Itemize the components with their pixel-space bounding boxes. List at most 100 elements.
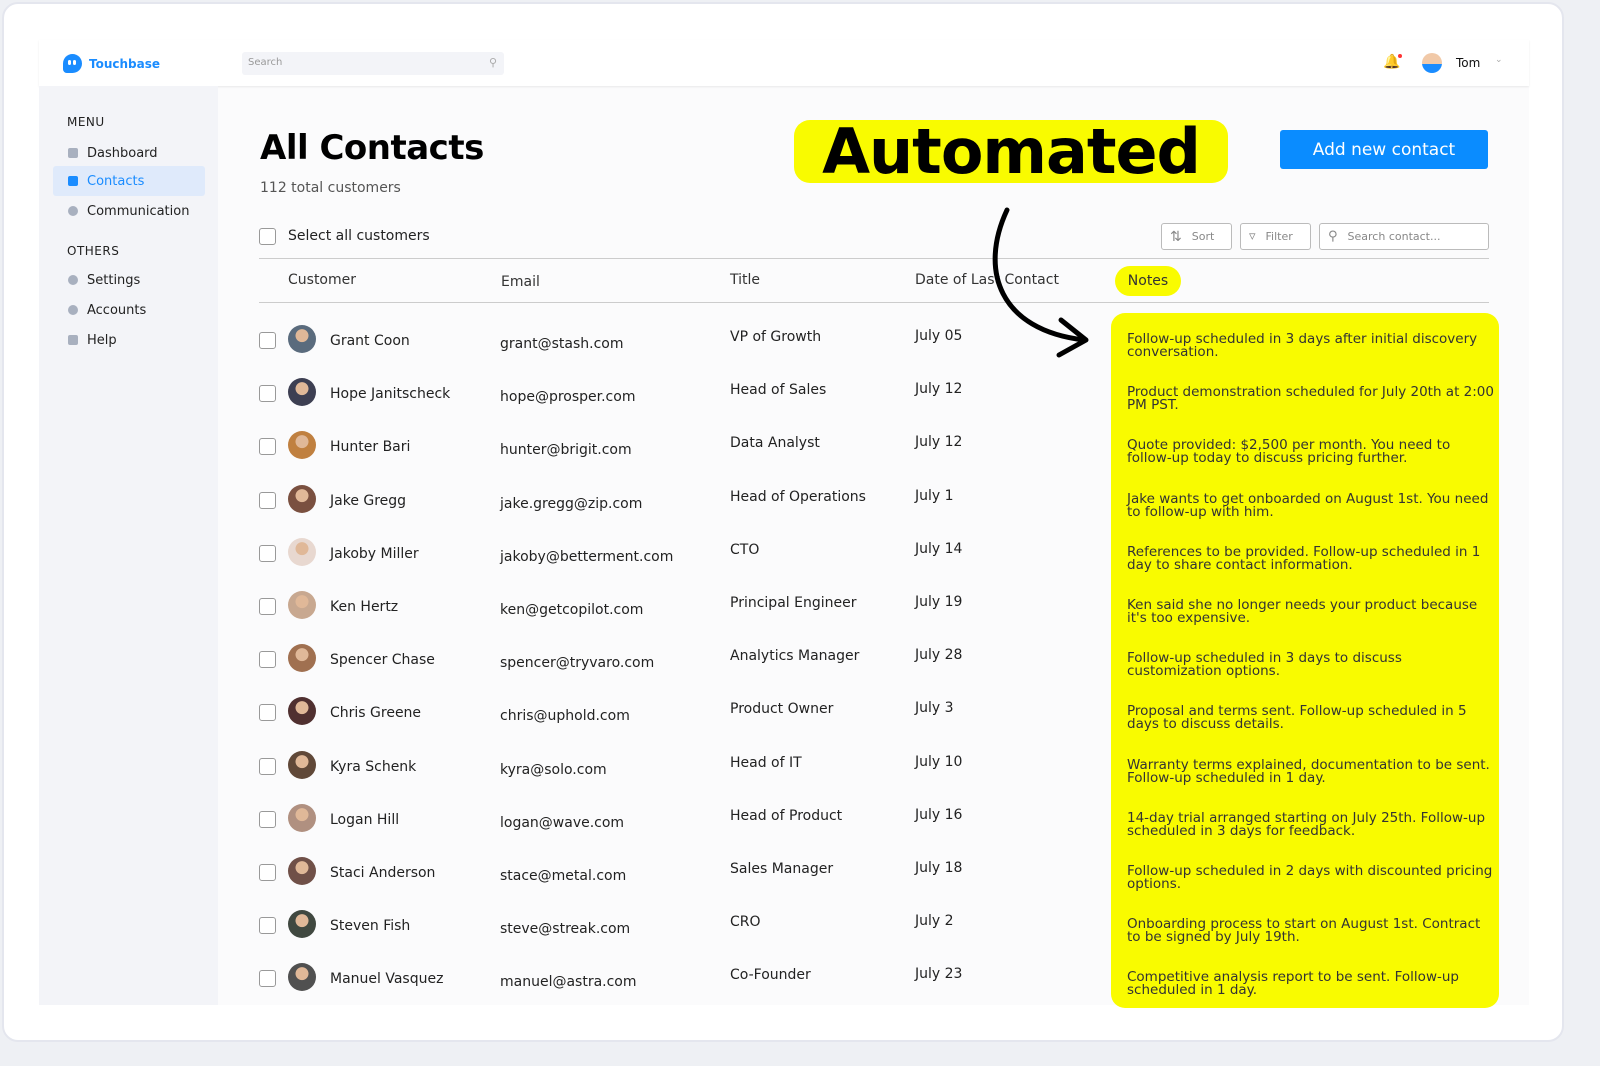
- customer-name[interactable]: Kyra Schenk: [330, 759, 416, 775]
- customer-email[interactable]: hunter@brigit.com: [500, 442, 632, 458]
- customer-email[interactable]: steve@streak.com: [500, 921, 630, 937]
- add-new-contact-button[interactable]: Add new contact: [1280, 130, 1488, 169]
- table-row[interactable]: Jake Gregg jake.gregg@zip.com Head of Op…: [39, 480, 1529, 533]
- customer-note: Jake wants to get onboarded on August 1s…: [1127, 490, 1489, 520]
- customer-email[interactable]: stace@metal.com: [500, 868, 626, 884]
- app: Touchbase Search ⚲ 🔔 Tom ⌄ MENU Dashboard…: [39, 40, 1529, 1008]
- customer-note: Warranty terms explained, documentation …: [1127, 756, 1490, 786]
- last-contact-date: July 3: [915, 700, 954, 717]
- table-row[interactable]: Hope Janitscheck hope@prosper.com Head o…: [39, 373, 1529, 426]
- row-checkbox[interactable]: [259, 704, 276, 722]
- avatar: [288, 431, 316, 460]
- sort-icon: ⇅: [1170, 228, 1182, 245]
- customer-note: Product demonstration scheduled for July…: [1127, 384, 1494, 414]
- last-contact-date: July 23: [915, 966, 963, 983]
- row-checkbox[interactable]: [259, 757, 276, 775]
- customer-email[interactable]: logan@wave.com: [500, 815, 624, 831]
- customer-title: Product Owner: [730, 701, 834, 718]
- filter-button[interactable]: ▿ Filter: [1240, 223, 1311, 250]
- avatar: [288, 697, 316, 726]
- avatar: [288, 591, 316, 619]
- row-checkbox[interactable]: [259, 491, 276, 509]
- customer-email[interactable]: jakoby@betterment.com: [500, 549, 673, 565]
- notification-bell-icon[interactable]: 🔔: [1383, 54, 1403, 70]
- user-avatar[interactable]: [1422, 53, 1442, 73]
- customer-title: Co-Founder: [730, 967, 811, 984]
- last-contact-date: July 18: [915, 860, 963, 876]
- table-row[interactable]: Steven Fish steve@streak.com CRO July 2 …: [39, 905, 1529, 958]
- table-row[interactable]: Chris Greene chris@uphold.com Product Ow…: [39, 692, 1529, 745]
- customer-note: Quote provided: $2,500 per month. You ne…: [1127, 437, 1451, 467]
- row-checkbox[interactable]: [259, 970, 276, 988]
- customer-note: Follow-up scheduled in 2 days with disco…: [1127, 863, 1493, 892]
- table-row[interactable]: Jakoby Miller jakoby@betterment.com CTO …: [39, 533, 1529, 586]
- row-checkbox[interactable]: [259, 598, 276, 615]
- customer-title: Head of IT: [730, 754, 802, 771]
- arrow-annotation: [992, 207, 1089, 358]
- customer-note: Ken said she no longer needs your produc…: [1127, 597, 1478, 626]
- sort-button[interactable]: ⇅ Sort: [1161, 223, 1232, 250]
- row-checkbox[interactable]: [259, 385, 276, 403]
- customer-name[interactable]: Logan Hill: [330, 812, 399, 828]
- row-checkbox[interactable]: [259, 544, 276, 562]
- last-contact-date: July 28: [915, 647, 963, 664]
- customer-name[interactable]: Ken Hertz: [330, 599, 398, 615]
- avatar: [288, 537, 316, 566]
- customer-title: Sales Manager: [730, 861, 834, 877]
- customer-email[interactable]: ken@getcopilot.com: [500, 602, 643, 618]
- customer-email[interactable]: kyra@solo.com: [500, 762, 607, 778]
- customer-note: Onboarding process to start on August 1s…: [1127, 916, 1481, 946]
- customer-name[interactable]: Hope Janitscheck: [330, 386, 450, 402]
- table-row[interactable]: Staci Anderson stace@metal.com Sales Man…: [39, 852, 1529, 905]
- table-row[interactable]: Spencer Chase spencer@tryvaro.com Analyt…: [39, 639, 1529, 692]
- customer-note: Competitive analysis report to be sent. …: [1127, 969, 1459, 999]
- customer-title: Principal Engineer: [730, 595, 857, 611]
- customer-name[interactable]: Manuel Vasquez: [330, 971, 443, 987]
- customer-title: CTO: [730, 541, 760, 558]
- customer-email[interactable]: hope@prosper.com: [500, 389, 635, 405]
- last-contact-date: July 10: [915, 753, 963, 770]
- customer-note: 14-day trial arranged starting on July 2…: [1127, 809, 1486, 839]
- customer-title: Head of Sales: [730, 382, 827, 399]
- last-contact-date: July 14: [915, 540, 963, 557]
- table-row[interactable]: Manuel Vasquez manuel@astra.com Co-Found…: [39, 958, 1529, 1011]
- customer-name[interactable]: Steven Fish: [330, 918, 410, 934]
- row-checkbox[interactable]: [259, 917, 276, 935]
- customer-email[interactable]: chris@uphold.com: [500, 708, 630, 724]
- customer-note: References to be provided. Follow-up sch…: [1127, 543, 1481, 573]
- last-contact-date: July 1: [915, 487, 954, 504]
- chevron-down-icon[interactable]: ⌄: [1495, 55, 1503, 65]
- last-contact-date: July 19: [915, 594, 963, 610]
- customer-email[interactable]: manuel@astra.com: [500, 974, 637, 990]
- row-checkbox[interactable]: [259, 438, 276, 456]
- table-row[interactable]: Kyra Schenk kyra@solo.com Head of IT Jul…: [39, 746, 1529, 799]
- customer-name[interactable]: Jake Gregg: [330, 493, 406, 509]
- customer-email[interactable]: spencer@tryvaro.com: [500, 655, 654, 671]
- customer-name[interactable]: Staci Anderson: [330, 865, 435, 881]
- search-icon: ⚲: [1328, 229, 1338, 244]
- customer-name[interactable]: Spencer Chase: [330, 652, 435, 668]
- customer-name[interactable]: Chris Greene: [330, 705, 421, 721]
- customer-name[interactable]: Hunter Bari: [330, 439, 410, 455]
- customer-name[interactable]: Jakoby Miller: [330, 546, 419, 562]
- table-row[interactable]: Ken Hertz ken@getcopilot.com Principal E…: [39, 586, 1529, 639]
- arrow-curve: [992, 207, 1087, 343]
- avatar: [288, 750, 316, 779]
- avatar: [288, 910, 316, 939]
- user-name[interactable]: Tom: [1456, 56, 1480, 70]
- last-contact-date: July 16: [915, 806, 963, 823]
- customer-title: Head of Operations: [730, 488, 866, 505]
- customer-email[interactable]: jake.gregg@zip.com: [500, 496, 642, 512]
- customer-title: Data Analyst: [730, 435, 820, 452]
- search-contact-input[interactable]: ⚲ Search contact...: [1319, 223, 1489, 250]
- row-checkbox[interactable]: [259, 651, 276, 669]
- sort-label: Sort: [1191, 230, 1215, 243]
- customer-title: CRO: [730, 914, 761, 931]
- row-checkbox[interactable]: [259, 810, 276, 828]
- filter-icon: ▿: [1249, 229, 1256, 244]
- table-row[interactable]: Logan Hill logan@wave.com Head of Produc…: [39, 799, 1529, 852]
- notification-dot: [1398, 54, 1403, 58]
- last-contact-date: July 2: [915, 913, 954, 930]
- row-checkbox[interactable]: [259, 864, 276, 881]
- table-row[interactable]: Hunter Bari hunter@brigit.com Data Analy…: [39, 426, 1529, 479]
